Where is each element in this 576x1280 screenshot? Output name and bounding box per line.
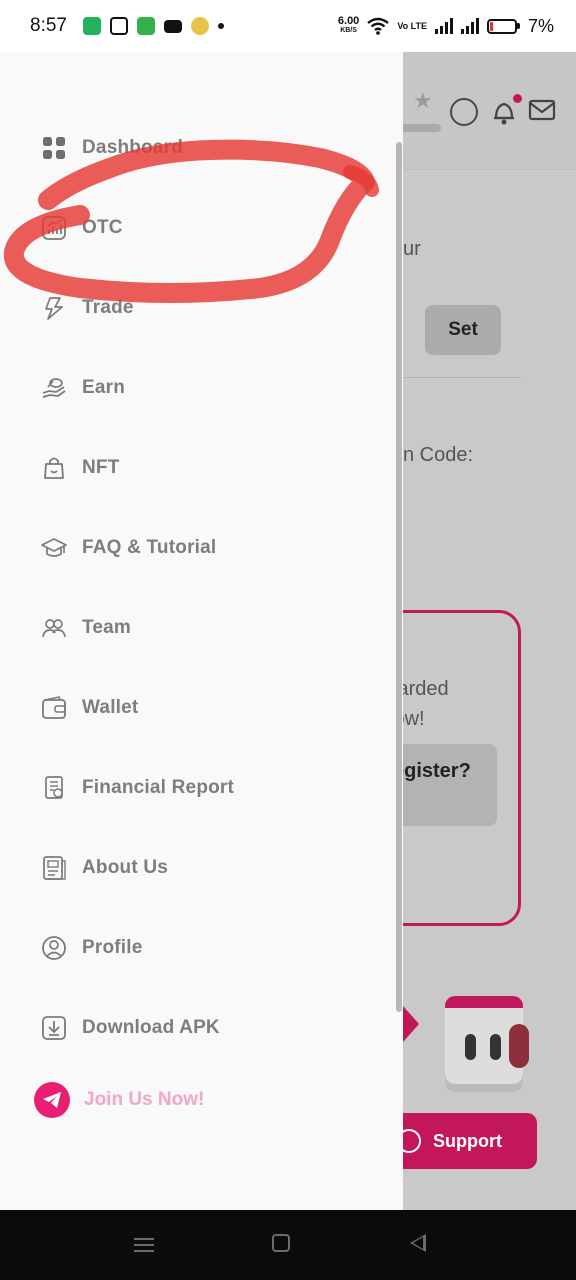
volte-indicator: Vo LTE xyxy=(397,20,427,31)
home-button[interactable] xyxy=(272,1234,290,1252)
menu-label: Financial Report xyxy=(82,777,235,798)
battery-saver-icon xyxy=(82,17,101,35)
background-text: ur xyxy=(403,238,421,260)
trade-icon xyxy=(40,294,68,322)
menu-item-otc[interactable]: OTC xyxy=(40,208,123,248)
menu-label: OTC xyxy=(82,217,123,238)
wifi-icon xyxy=(367,17,390,35)
profile-icon xyxy=(40,934,68,962)
join-us-link[interactable]: Join Us Now! xyxy=(34,1082,204,1118)
document-icon xyxy=(40,854,68,882)
notification-icons xyxy=(82,17,224,35)
menu-item-team[interactable]: Team xyxy=(40,608,131,648)
menu-item-wallet[interactable]: Wallet xyxy=(40,688,138,728)
more-notifications-icon xyxy=(217,23,224,29)
menu-item-financial-report[interactable]: Financial Report xyxy=(40,768,234,808)
support-label: Support xyxy=(433,1130,502,1151)
telegram-icon xyxy=(34,1082,70,1118)
headset-icon xyxy=(403,1129,421,1153)
menu-item-earn[interactable]: Earn xyxy=(40,368,125,408)
chat-icon xyxy=(190,17,209,35)
system-indicators: 6.00 KB/S Vo LTE 7% xyxy=(338,16,554,37)
network-speed: 6.00 KB/S xyxy=(337,15,360,35)
status-bar: 8:57 6.00 KB/S Vo LTE 7% xyxy=(0,0,576,52)
menu-label: Dashboard xyxy=(82,137,184,158)
menu-label: Profile xyxy=(82,937,143,958)
menu-item-profile[interactable]: Profile xyxy=(40,928,143,968)
promo-text-2: low! xyxy=(403,708,425,730)
background-app: ★ ur Set n Code: warded low! egister? Su… xyxy=(403,52,576,1210)
system-navigation-bar xyxy=(0,1210,576,1280)
battery-percent: 7% xyxy=(527,15,554,36)
notification-dot xyxy=(513,94,522,103)
set-button: Set xyxy=(425,305,501,355)
back-button[interactable] xyxy=(410,1234,426,1252)
menu-label: NFT xyxy=(82,457,120,478)
menu-label: Wallet xyxy=(82,697,139,718)
grid-icon xyxy=(40,134,68,162)
menu-label: Team xyxy=(82,617,132,638)
battery-icon xyxy=(486,18,520,34)
arrow-icon xyxy=(403,1006,419,1042)
register-button xyxy=(403,744,497,826)
menu-item-about-us[interactable]: About Us xyxy=(40,848,168,888)
code-label: n Code: xyxy=(403,444,474,466)
navigation-drawer: Dashboard OTC Trade Earn NFT FAQ & Tutor… xyxy=(0,52,403,1210)
menu-item-nft[interactable]: NFT xyxy=(40,448,120,488)
globe-icon xyxy=(450,98,478,126)
earn-icon xyxy=(40,374,68,402)
menu-item-dashboard[interactable]: Dashboard xyxy=(40,128,183,168)
promo-text-1: warded xyxy=(403,678,449,700)
menu-item-download-apk[interactable]: Download APK xyxy=(40,1008,220,1048)
clock: 8:57 xyxy=(30,15,67,36)
bell-icon xyxy=(490,98,518,126)
support-button: Support xyxy=(403,1113,537,1169)
menu-label: Download APK xyxy=(82,1017,220,1038)
recent-apps-button[interactable] xyxy=(134,1234,154,1254)
signal-icon-sim1 xyxy=(434,18,453,34)
team-icon xyxy=(40,614,68,642)
star-icon: ★ xyxy=(413,88,433,113)
menu-label: About Us xyxy=(82,857,169,878)
drawer-scrollbar[interactable] xyxy=(396,142,402,1012)
menu-label: FAQ & Tutorial xyxy=(82,537,217,558)
menu-label: Trade xyxy=(82,297,134,318)
report-icon xyxy=(40,774,68,802)
menu-label: Earn xyxy=(82,377,126,398)
chart-icon xyxy=(40,214,68,242)
menu-item-trade[interactable]: Trade xyxy=(40,288,134,328)
app-header: ★ xyxy=(403,52,576,170)
search-bar xyxy=(403,124,441,132)
mail-icon xyxy=(163,19,182,33)
mascot-image xyxy=(445,996,529,1092)
bag-icon xyxy=(40,454,68,482)
signal-icon-sim2 xyxy=(460,18,479,34)
register-text: egister? xyxy=(403,760,471,782)
download-icon xyxy=(40,1014,68,1042)
wallet-icon xyxy=(40,694,68,722)
instagram-icon xyxy=(109,17,128,35)
mail-icon xyxy=(528,98,556,126)
divider xyxy=(403,377,521,378)
join-us-label: Join Us Now! xyxy=(84,1089,205,1110)
menu-item-faq-tutorial[interactable]: FAQ & Tutorial xyxy=(40,528,216,568)
graduation-cap-icon xyxy=(40,534,68,562)
app-icon xyxy=(136,17,155,35)
